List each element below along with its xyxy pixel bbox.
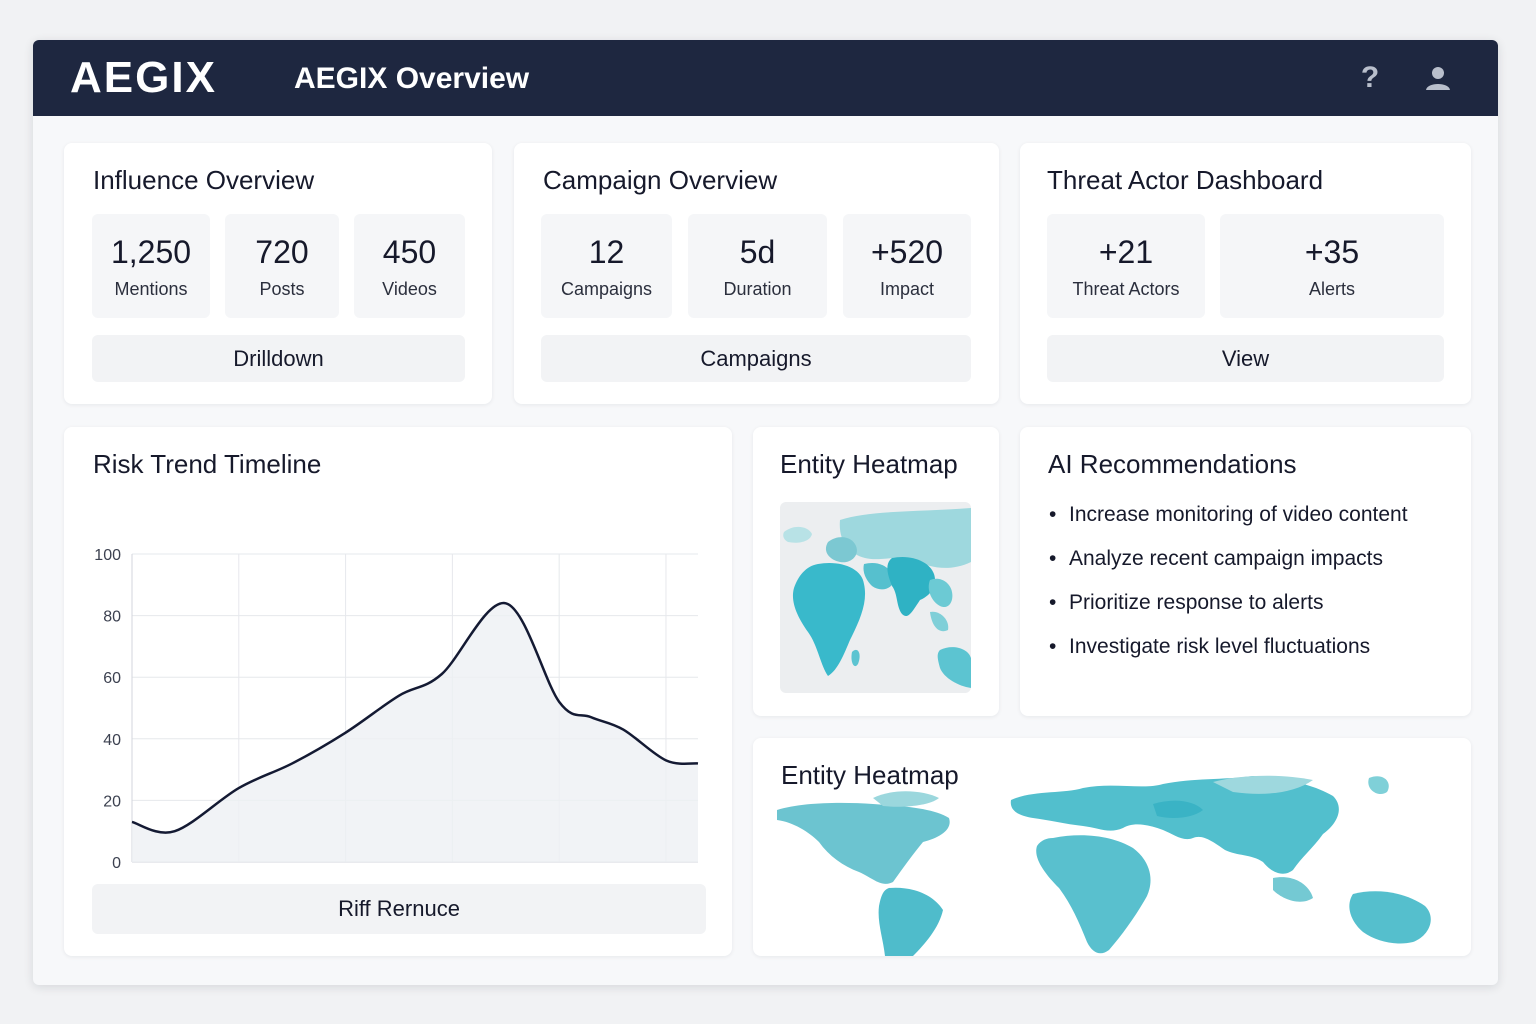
y-tick-label: 0 bbox=[112, 855, 121, 872]
stat-label: Threat Actors bbox=[1072, 279, 1180, 299]
stat-label: Duration bbox=[723, 279, 792, 299]
stat-label: Posts bbox=[259, 279, 305, 299]
top-bar: AEGIX AEGIX Overview ? bbox=[33, 40, 1498, 116]
risk-trend-card: Risk Trend Timeline 020406080100 FebAprA… bbox=[64, 427, 732, 956]
stat-value: 1,250 bbox=[110, 234, 192, 270]
stat-label: Alerts bbox=[1308, 279, 1355, 299]
view-button[interactable]: View bbox=[1047, 335, 1444, 382]
drilldown-button[interactable]: Drilldown bbox=[92, 335, 465, 382]
y-tick-label: 40 bbox=[103, 732, 121, 749]
stat-threat-actors: +21 Threat Actors bbox=[1047, 214, 1205, 318]
y-tick-label: 100 bbox=[94, 547, 121, 564]
campaign-overview-card: Campaign Overview 12 Campaigns 5d Durati… bbox=[514, 143, 999, 404]
influence-overview-title: Influence Overview bbox=[93, 165, 315, 195]
heatmap-map-small[interactable] bbox=[780, 502, 971, 693]
entity-heatmap-large-card: Entity Heatmap bbox=[753, 738, 1471, 956]
stat-posts: 720 Posts bbox=[225, 214, 339, 318]
stat-value: +21 bbox=[1098, 234, 1154, 270]
app-window: AEGIX AEGIX Overview ? Influence Overvie… bbox=[33, 40, 1498, 985]
user-glyph bbox=[1426, 67, 1450, 90]
threat-actor-title: Threat Actor Dashboard bbox=[1047, 165, 1324, 195]
entity-heatmap-large-title: Entity Heatmap bbox=[781, 760, 959, 790]
stat-value: +520 bbox=[870, 234, 944, 270]
page-title: AEGIX Overview bbox=[294, 62, 530, 95]
stat-value: +35 bbox=[1304, 234, 1360, 270]
stat-value: 450 bbox=[382, 234, 437, 270]
ai-recommendations-card: AI Recommendations Increase monitoring o… bbox=[1020, 427, 1471, 716]
stat-value: 5d bbox=[739, 234, 776, 270]
stat-duration: 5d Duration bbox=[688, 214, 827, 318]
risk-area bbox=[132, 603, 698, 862]
stat-value: 720 bbox=[255, 234, 309, 270]
stat-value: 12 bbox=[588, 234, 625, 270]
ai-recommendations-title: AI Recommendations bbox=[1048, 449, 1297, 479]
stat-label: Campaigns bbox=[560, 279, 653, 299]
map-graphic bbox=[783, 508, 971, 688]
stat-campaigns: 12 Campaigns bbox=[541, 214, 672, 318]
stat-label: Videos bbox=[382, 279, 437, 299]
stat-alerts: +35 Alerts bbox=[1220, 214, 1444, 318]
risk-trend-chart: 020406080100 FebAprAprMayJunJul bbox=[94, 547, 699, 872]
campaigns-button[interactable]: Campaigns bbox=[541, 335, 971, 382]
y-axis-ticks: 0 20 40 60 80 100 bbox=[94, 547, 121, 872]
influence-overview-card: Influence Overview 1,250 Mentions 720 Po… bbox=[64, 143, 492, 404]
y-tick-label: 20 bbox=[103, 793, 121, 810]
risk-action-button[interactable]: Riff Rernuce bbox=[92, 884, 706, 934]
entity-heatmap-small-card: Entity Heatmap bbox=[753, 427, 999, 716]
stat-mentions: 1,250 Mentions bbox=[92, 214, 210, 318]
stat-impact: +520 Impact bbox=[843, 214, 971, 318]
recommendation-item[interactable]: Increase monitoring of video content bbox=[1049, 503, 1408, 527]
y-tick-label: 80 bbox=[103, 609, 121, 626]
user-icon[interactable] bbox=[1420, 60, 1456, 96]
entity-heatmap-small-title: Entity Heatmap bbox=[780, 449, 958, 479]
threat-actor-card: Threat Actor Dashboard +21 Threat Actors… bbox=[1020, 143, 1471, 404]
logo: AEGIX bbox=[70, 53, 217, 102]
help-icon[interactable]: ? bbox=[1352, 60, 1388, 96]
recommendations-list: Increase monitoring of video content Ana… bbox=[1049, 503, 1408, 679]
y-tick-label: 60 bbox=[103, 670, 121, 687]
campaign-overview-title: Campaign Overview bbox=[543, 165, 778, 195]
recommendation-item[interactable]: Analyze recent campaign impacts bbox=[1049, 547, 1408, 571]
stat-label: Impact bbox=[879, 279, 935, 299]
recommendation-item[interactable]: Investigate risk level fluctuations bbox=[1049, 635, 1408, 659]
stat-label: Mentions bbox=[114, 279, 188, 299]
stat-videos: 450 Videos bbox=[354, 214, 465, 318]
recommendation-item[interactable]: Prioritize response to alerts bbox=[1049, 591, 1408, 615]
